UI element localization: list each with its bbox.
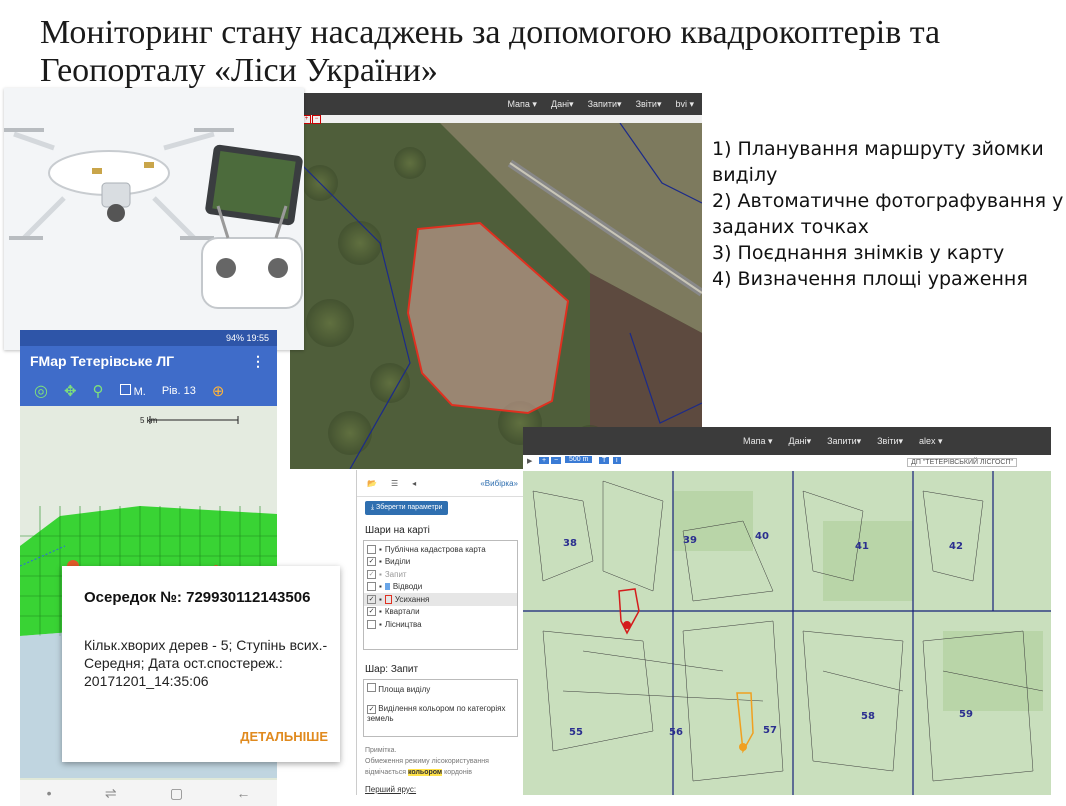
list-tab-icon[interactable]: ☰ [391, 479, 398, 488]
layers-panel: 📂 ☰ ◂ «Вибірка» ⤓ Зберегти параметри Шар… [356, 470, 524, 795]
zoom-out-button[interactable]: − [312, 115, 321, 124]
option-plot-area[interactable]: Площа виділу [367, 683, 514, 694]
quarter-55: 55 [569, 727, 583, 738]
layers-list: ▪ Публічна кадастрова карта ✓ ▪ Виділи ✓ ▪… [363, 540, 518, 650]
layer-row-query[interactable]: ✓ ▪ Запит [364, 568, 517, 581]
zoom-strip: + − [290, 115, 702, 124]
play-icon[interactable]: ▶ [527, 457, 532, 465]
org-label: ДП "ТЕТЕРІВСЬКИЙ ЛІСГОСП" [907, 458, 1017, 467]
text-tool-icon[interactable]: T [599, 457, 610, 464]
quarter-38: 38 [563, 538, 577, 549]
infection-point-orange [739, 743, 747, 751]
save-params-button[interactable]: ⤓ Зберегти параметри [365, 501, 449, 515]
zoom-out-button-2[interactable]: − [551, 457, 562, 464]
option-color-by-category[interactable]: ✓ Виділення кольором по категоріях земел… [367, 704, 514, 723]
sound-tab-icon[interactable]: ◂ [412, 479, 416, 488]
panel-tabs: 📂 ☰ ◂ «Вибірка» [357, 470, 524, 497]
nav-map[interactable]: Мапа ▾ [507, 99, 537, 110]
nav-user[interactable]: bvi ▾ [675, 99, 694, 110]
app-toolbar: FMap Тетерівське ЛГ ⋮ [20, 346, 277, 376]
android-nav-bar: • ⇌ ▢ ← [20, 780, 277, 806]
infection-point-red [623, 621, 631, 629]
status-bar: 94% 19:55 [20, 330, 277, 346]
aerial-photo [290, 122, 702, 469]
step-3: 3) Поєднання знімків у карту [712, 242, 1005, 264]
selection-tab[interactable]: «Вибірка» [480, 479, 518, 488]
quarter-42: 42 [949, 541, 963, 552]
aerial-geoportal-screenshot: Мапа ▾ Дані▾ Запити▾ Звіти▾ bvi ▾ + − [290, 93, 702, 469]
panel-note: Примітка. Обмеження режиму лісокористува… [365, 745, 516, 795]
forest-plots-map: 38 39 40 41 42 55 56 57 58 59 [523, 471, 1051, 795]
location-target-icon[interactable]: ◎ [34, 381, 48, 401]
add-point-icon[interactable]: ⊕ [212, 382, 225, 400]
popup-details: Кільк.хворих дерев - 5; Ступінь всих.- С… [84, 637, 328, 689]
slide-title: Моніторинг стану насаджень за допомогою … [40, 14, 941, 89]
scale-checkbox[interactable]: М. [119, 384, 146, 398]
scale-badge: 500 m [565, 456, 593, 463]
quarter-40: 40 [755, 531, 769, 542]
folder-tab-icon[interactable]: 📂 [367, 479, 377, 488]
pan-arrows-icon[interactable]: ✥ [64, 382, 77, 400]
layer-row-plots[interactable]: ✓ ▪ Виділи [364, 556, 517, 569]
nav-reports[interactable]: Звіти▾ [636, 99, 662, 110]
details-link[interactable]: ДЕТАЛЬНІШЕ [240, 729, 328, 744]
quarter-56: 56 [669, 727, 683, 738]
nav2-queries[interactable]: Запити▾ [827, 436, 861, 447]
step-1: 1) Планування маршруту зйомки виділу [712, 138, 1044, 186]
note-text: Обмеження режиму лісокористування відміч… [365, 758, 489, 776]
zoom-in-button-2[interactable]: + [539, 457, 550, 464]
phone-scale-label: 5 km [140, 416, 158, 425]
geoportal-navbar-2: Мапа ▾ Дані▾ Запити▾ Звіти▾ alex ▾ [523, 427, 1051, 455]
nav2-data[interactable]: Дані▾ [789, 436, 812, 447]
nav-back-icon[interactable]: ← [236, 785, 250, 801]
popup-title: Осередок №: 729930112143506 [84, 589, 311, 606]
layer-row-allocations[interactable]: ▪ Відводи [364, 581, 517, 594]
map-pin-icon[interactable]: ⚲ [93, 382, 104, 400]
layer-row-cadastre[interactable]: ▪ Публічна кадастрова карта [364, 543, 517, 556]
step-2: 2) Автоматичне фотографування у заданих … [712, 190, 1064, 238]
layer-options: Площа виділу ✓ Виділення кольором по кат… [363, 679, 518, 737]
map-tools: ◎ ✥ ⚲ М. Рів. 13 ⊕ [20, 376, 277, 406]
nav-recents-icon[interactable]: ⇌ [105, 785, 117, 802]
layer-row-drying[interactable]: ✓ ▪ Усихання [364, 593, 517, 606]
overflow-menu-icon[interactable]: ⋮ [251, 346, 265, 376]
note-title: Примітка. [365, 747, 397, 754]
nav-queries[interactable]: Запити▾ [588, 99, 622, 110]
nav-home-icon[interactable]: ▢ [170, 785, 183, 802]
geoportal-navbar: Мапа ▾ Дані▾ Запити▾ Звіти▾ bvi ▾ [290, 93, 702, 115]
nav-dot-icon[interactable]: • [47, 785, 52, 801]
steps-list: 1) Планування маршруту зйомки виділу 2) … [712, 136, 1066, 292]
layer-row-forestries[interactable]: ▪ Лісництва [364, 618, 517, 631]
drone-photo [4, 88, 304, 350]
info-tool-icon[interactable]: i [613, 457, 621, 464]
nav2-map[interactable]: Мапа ▾ [743, 436, 773, 447]
outbreak-popup: Осередок №: 729930112143506 Кільк.хворих… [62, 566, 340, 762]
geoportal-map: Мапа ▾ Дані▾ Запити▾ Звіти▾ alex ▾ ▶ + −… [523, 427, 1051, 795]
layer-query-heading: Шар: Запит [365, 664, 419, 675]
layer-row-quarters[interactable]: ✓ ▪ Квартали [364, 606, 517, 619]
nav2-reports[interactable]: Звіти▾ [877, 436, 903, 447]
zoom-level-label: Рів. 13 [161, 385, 196, 397]
nav2-user[interactable]: alex ▾ [919, 436, 943, 447]
map-toolbar: ▶ + − 500 m T i ДП "ТЕТЕРІВСЬКИЙ ЛІСГОСП… [523, 455, 1051, 471]
step-4: 4) Визначення площі ураження [712, 268, 1028, 290]
app-title: FMap Тетерівське ЛГ [30, 353, 175, 369]
layers-heading: Шари на карті [365, 525, 430, 536]
nav-data[interactable]: Дані▾ [551, 99, 574, 110]
drone-illustration [4, 88, 304, 350]
first-storey-link[interactable]: Перший ярус: [365, 784, 516, 795]
quarter-57: 57 [763, 725, 777, 736]
quarter-41: 41 [855, 541, 869, 552]
quarter-39: 39 [683, 535, 697, 546]
quarter-59: 59 [959, 709, 973, 720]
quarter-58: 58 [861, 711, 875, 722]
